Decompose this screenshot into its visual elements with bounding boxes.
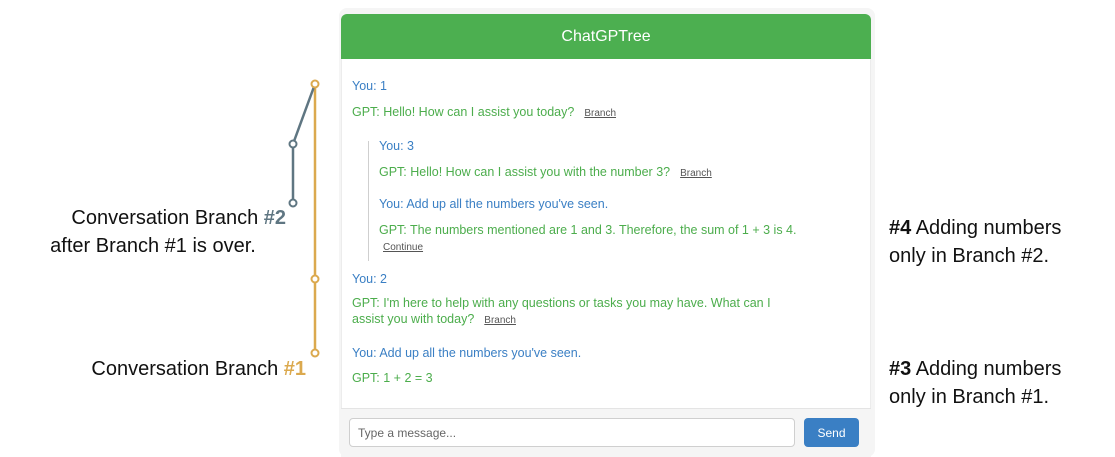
message-gpt-line1: GPT: I'm here to help with any questions… <box>352 296 771 310</box>
annotation-note4: #4 Adding numbers only in Branch #2. <box>889 217 1062 267</box>
continue-link[interactable]: Continue <box>383 242 423 253</box>
branch1-tag: #1 <box>283 358 306 380</box>
branch1-node-top <box>310 79 320 89</box>
branch2-tag: #2 <box>263 207 286 229</box>
message-you: You: 3 <box>379 139 414 153</box>
message-you: You: 1 <box>352 79 387 93</box>
composer: Send <box>341 408 871 457</box>
branch1-node-mid <box>310 274 320 284</box>
continue-link-row: Continue <box>383 239 423 255</box>
branch-link[interactable]: Branch <box>680 168 712 179</box>
send-button[interactable]: Send <box>804 418 859 447</box>
branch2-node-start <box>288 139 298 149</box>
message-gpt: GPT: The numbers mentioned are 1 and 3. … <box>379 223 797 237</box>
message-you: You: Add up all the numbers you've seen. <box>379 197 609 211</box>
message-input[interactable] <box>349 418 795 447</box>
note3-tag: #3 <box>889 358 912 380</box>
chat-messages: You: 1 GPT: Hello! How can I assist you … <box>341 59 871 408</box>
message-gpt: GPT: Hello! How can I assist you with th… <box>379 165 712 179</box>
message-gpt: GPT: 1 + 2 = 3 <box>352 371 433 385</box>
message-gpt-line2: assist you with today? Branch <box>352 312 516 326</box>
branch2-node-end <box>288 198 298 208</box>
note4-tag: #4 <box>889 217 912 239</box>
message-gpt: GPT: Hello! How can I assist you today? B… <box>352 105 617 119</box>
app-title: ChatGPTree <box>341 14 871 59</box>
message-you: You: Add up all the numbers you've seen. <box>352 346 582 360</box>
branch-link[interactable]: Branch <box>584 108 616 119</box>
annotation-branch2: Conversation Branch #2 after Branch #1 i… <box>50 207 286 257</box>
branch-tree-diagram <box>288 79 320 358</box>
nested-branch-rule <box>368 141 369 261</box>
annotation-note3: #3 Adding numbers only in Branch #1. <box>889 358 1062 408</box>
branch-link[interactable]: Branch <box>484 315 516 326</box>
branch1-node-end <box>310 348 320 358</box>
chat-window: ChatGPTree You: 1 GPT: Hello! How can I … <box>339 8 875 457</box>
message-you: You: 2 <box>352 272 387 286</box>
annotation-branch1: Conversation Branch #1 <box>91 358 306 380</box>
branch2-connector <box>291 83 317 145</box>
